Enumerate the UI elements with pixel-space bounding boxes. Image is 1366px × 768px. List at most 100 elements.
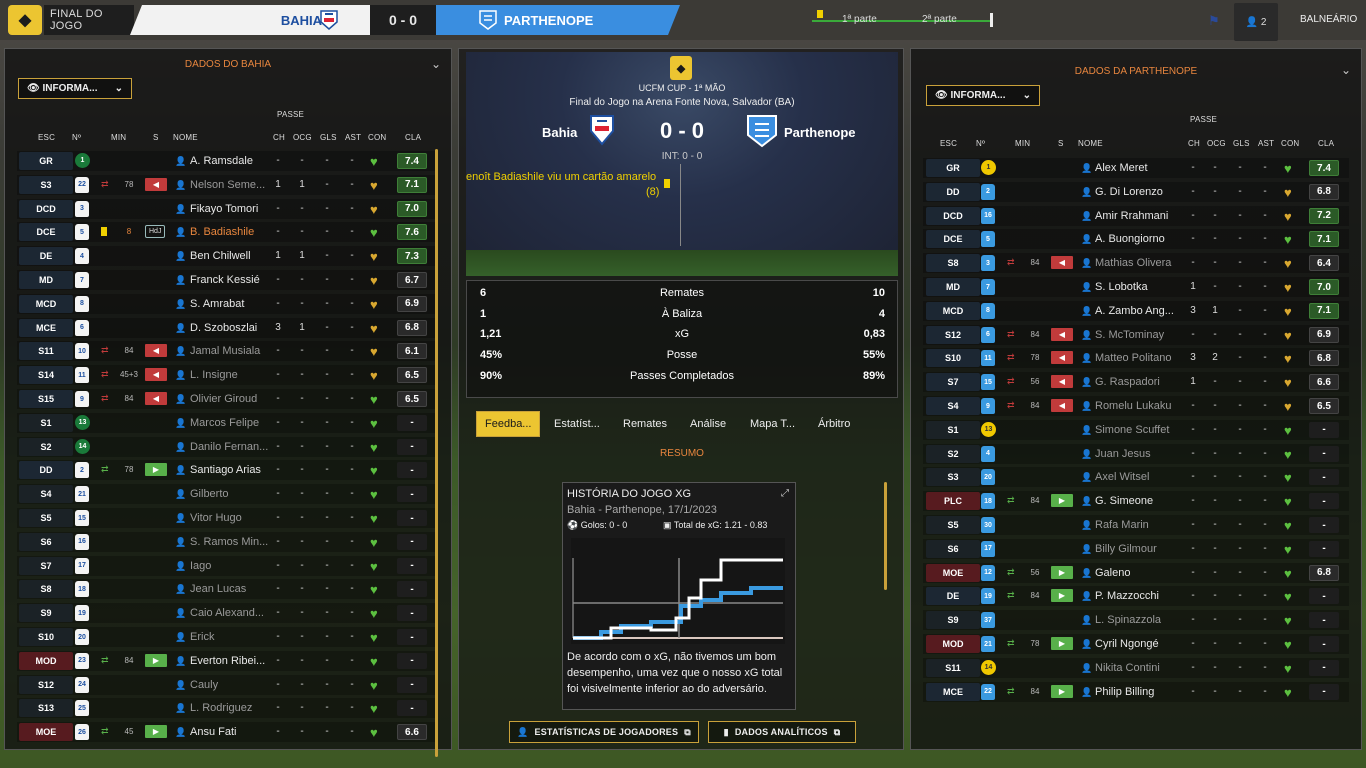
player-name[interactable]: Alex Meret [1095, 162, 1183, 174]
player-name[interactable]: Marcos Felipe [190, 417, 270, 429]
table-row[interactable]: S15 9 ⇄ 84 ◀ 👤 Olivier Giroud - - - - ♥ 6.5 [5, 387, 451, 411]
analytics-button[interactable]: ▮ DADOS ANALÍTICOS ⧉ [708, 721, 856, 743]
col-nome[interactable]: NOME [173, 133, 198, 142]
table-row[interactable]: S7 17 👤 Iago - - - - ♥ - [5, 554, 451, 578]
player-name[interactable]: Juan Jesus [1095, 448, 1183, 460]
table-row[interactable]: S12 24 👤 Cauly - - - - ♥ - [5, 673, 451, 697]
player-name[interactable]: A. Zambo Ang... [1095, 305, 1183, 317]
table-row[interactable]: S2 4 👤 Juan Jesus - - - - ♥ - [911, 442, 1361, 466]
table-row[interactable]: S2 14 👤 Danilo Fernan... - - - - ♥ - [5, 435, 451, 459]
table-row[interactable]: MCE 22 ⇄ 84 ▶ 👤 Philip Billing - - - - ♥ - [911, 680, 1361, 704]
middle-scrollbar[interactable] [884, 482, 887, 590]
col-ch[interactable]: CH [1188, 139, 1200, 148]
home-info-dropdown[interactable]: 👁 INFORMA... ⌄ [18, 78, 132, 99]
player-name[interactable]: P. Mazzocchi [1095, 590, 1183, 602]
player-name[interactable]: A. Buongiorno [1095, 233, 1183, 245]
table-row[interactable]: MCE 6 👤 D. Szoboszlai 3 1 - - ♥ 6.8 [5, 316, 451, 340]
player-name[interactable]: L. Insigne [190, 369, 270, 381]
table-row[interactable]: DD 2 👤 G. Di Lorenzo - - - - ♥ 6.8 [911, 180, 1361, 204]
table-row[interactable]: MOD 21 ⇄ 78 ▶ 👤 Cyril Ngongé - - - - ♥ - [911, 632, 1361, 656]
tab-analise[interactable]: Análise [690, 411, 726, 437]
expand-icon[interactable]: ⤢ [781, 488, 789, 499]
player-name[interactable]: Jean Lucas [190, 583, 270, 595]
balneario-button[interactable]: BALNEÁRIO [1300, 14, 1357, 25]
table-row[interactable]: S14 11 ⇄ 45+3 ◀ 👤 L. Insigne - - - - ♥ 6.5 [5, 363, 451, 387]
table-row[interactable]: MCD 8 👤 S. Amrabat - - - - ♥ 6.9 [5, 292, 451, 316]
table-row[interactable]: S8 3 ⇄ 84 ◀ 👤 Mathias Olivera - - - - ♥ 6.4 [911, 251, 1361, 275]
tab-remates[interactable]: Remates [623, 411, 667, 437]
player-name[interactable]: Nikita Contini [1095, 662, 1183, 674]
table-row[interactable]: DE 19 ⇄ 84 ▶ 👤 P. Mazzocchi - - - - ♥ - [911, 584, 1361, 608]
player-name[interactable]: Philip Billing [1095, 686, 1183, 698]
col-s[interactable]: S [153, 133, 159, 142]
table-row[interactable]: S7 15 ⇄ 56 ◀ 👤 G. Raspadori 1 - - - ♥ 6.6 [911, 370, 1361, 394]
table-row[interactable]: S11 10 ⇄ 84 ◀ 👤 Jamal Musiala - - - - ♥ 6.1 [5, 339, 451, 363]
table-row[interactable]: S1 13 👤 Marcos Felipe - - - - ♥ - [5, 411, 451, 435]
player-name[interactable]: L. Spinazzola [1095, 614, 1183, 626]
people-button[interactable]: 👤 2 [1234, 3, 1278, 41]
table-row[interactable]: S8 18 👤 Jean Lucas - - - - ♥ - [5, 577, 451, 601]
player-name[interactable]: Caio Alexand... [190, 607, 270, 619]
chevron-down-icon[interactable]: ⌄ [1341, 63, 1351, 77]
away-info-dropdown[interactable]: 👁 INFORMA... ⌄ [926, 85, 1040, 106]
chevron-down-icon[interactable]: ⌄ [431, 57, 441, 71]
table-row[interactable]: S9 19 👤 Caio Alexand... - - - - ♥ - [5, 601, 451, 625]
player-name[interactable]: Iago [190, 560, 270, 572]
table-row[interactable]: S4 21 👤 Gilberto - - - - ♥ - [5, 482, 451, 506]
table-row[interactable]: S10 11 ⇄ 78 ◀ 👤 Matteo Politano 3 2 - - ♥ 6.8 [911, 346, 1361, 370]
col-ast[interactable]: AST [1258, 139, 1274, 148]
player-name[interactable]: Simone Scuffet [1095, 424, 1183, 436]
table-row[interactable]: S13 25 👤 L. Rodriguez - - - - ♥ - [5, 696, 451, 720]
player-name[interactable]: Cauly [190, 679, 270, 691]
col-ocg[interactable]: OCG [1207, 139, 1226, 148]
player-name[interactable]: A. Ramsdale [190, 155, 270, 167]
tab-estatisticas[interactable]: Estatíst... [554, 411, 600, 437]
player-name[interactable]: B. Badiashile [190, 226, 270, 238]
player-name[interactable]: Gilberto [190, 488, 270, 500]
col-ch[interactable]: CH [273, 133, 285, 142]
table-row[interactable]: DE 4 👤 Ben Chilwell 1 1 - - ♥ 7.3 [5, 244, 451, 268]
col-ocg[interactable]: OCG [293, 133, 312, 142]
player-name[interactable]: Vitor Hugo [190, 512, 270, 524]
col-con[interactable]: CON [1281, 139, 1299, 148]
player-name[interactable]: S. Ramos Min... [190, 536, 270, 548]
player-name[interactable]: Ben Chilwell [190, 250, 270, 262]
table-row[interactable]: DD 2 ⇄ 78 ▶ 👤 Santiago Arias - - - - ♥ - [5, 458, 451, 482]
player-name[interactable]: Romelu Lukaku [1095, 400, 1183, 412]
col-con[interactable]: CON [368, 133, 386, 142]
player-stats-button[interactable]: 👤 ESTATÍSTICAS DE JOGADORES ⧉ [509, 721, 699, 743]
table-row[interactable]: MOE 12 ⇄ 56 ▶ 👤 Galeno - - - - ♥ 6.8 [911, 561, 1361, 585]
player-name[interactable]: Everton Ribei... [190, 655, 270, 667]
col-gls[interactable]: GLS [1233, 139, 1250, 148]
player-name[interactable]: G. Simeone [1095, 495, 1183, 507]
col-s[interactable]: S [1058, 139, 1064, 148]
player-name[interactable]: S. Lobotka [1095, 281, 1183, 293]
player-name[interactable]: Ansu Fati [190, 726, 270, 738]
table-row[interactable]: S3 22 ⇄ 78 ◀ 👤 Nelson Seme... 1 1 - - ♥ 7.1 [5, 173, 451, 197]
flag-icon[interactable]: ⚑ [1208, 13, 1220, 29]
player-name[interactable]: Santiago Arias [190, 464, 270, 476]
col-gls[interactable]: GLS [320, 133, 337, 142]
player-name[interactable]: Danilo Fernan... [190, 441, 270, 453]
player-name[interactable]: G. Raspadori [1095, 376, 1183, 388]
tab-mapa[interactable]: Mapa T... [750, 411, 795, 437]
table-row[interactable]: S3 20 👤 Axel Witsel - - - - ♥ - [911, 465, 1361, 489]
player-name[interactable]: Franck Kessié [190, 274, 270, 286]
player-name[interactable]: Olivier Giroud [190, 393, 270, 405]
col-min[interactable]: MIN [111, 133, 126, 142]
tab-arbitro[interactable]: Árbitro [818, 411, 850, 437]
player-name[interactable]: Nelson Seme... [190, 179, 270, 191]
col-cla[interactable]: CLA [1318, 139, 1334, 148]
player-name[interactable]: L. Rodriguez [190, 702, 270, 714]
table-row[interactable]: S5 30 👤 Rafa Marin - - - - ♥ - [911, 513, 1361, 537]
table-row[interactable]: GR 1 👤 Alex Meret - - - - ♥ 7.4 [911, 156, 1361, 180]
table-row[interactable]: DCD 16 👤 Amir Rrahmani - - - - ♥ 7.2 [911, 204, 1361, 228]
table-row[interactable]: DCE 5 👤 A. Buongiorno - - - - ♥ 7.1 [911, 227, 1361, 251]
player-name[interactable]: G. Di Lorenzo [1095, 186, 1183, 198]
table-row[interactable]: S4 9 ⇄ 84 ◀ 👤 Romelu Lukaku - - - - ♥ 6.5 [911, 394, 1361, 418]
table-row[interactable]: MD 7 👤 Franck Kessié - - - - ♥ 6.7 [5, 268, 451, 292]
tab-feedback[interactable]: Feedba... [476, 411, 541, 437]
table-row[interactable]: MD 7 👤 S. Lobotka 1 - - - ♥ 7.0 [911, 275, 1361, 299]
player-name[interactable]: S. Amrabat [190, 298, 270, 310]
col-esc[interactable]: ESC [38, 133, 55, 142]
